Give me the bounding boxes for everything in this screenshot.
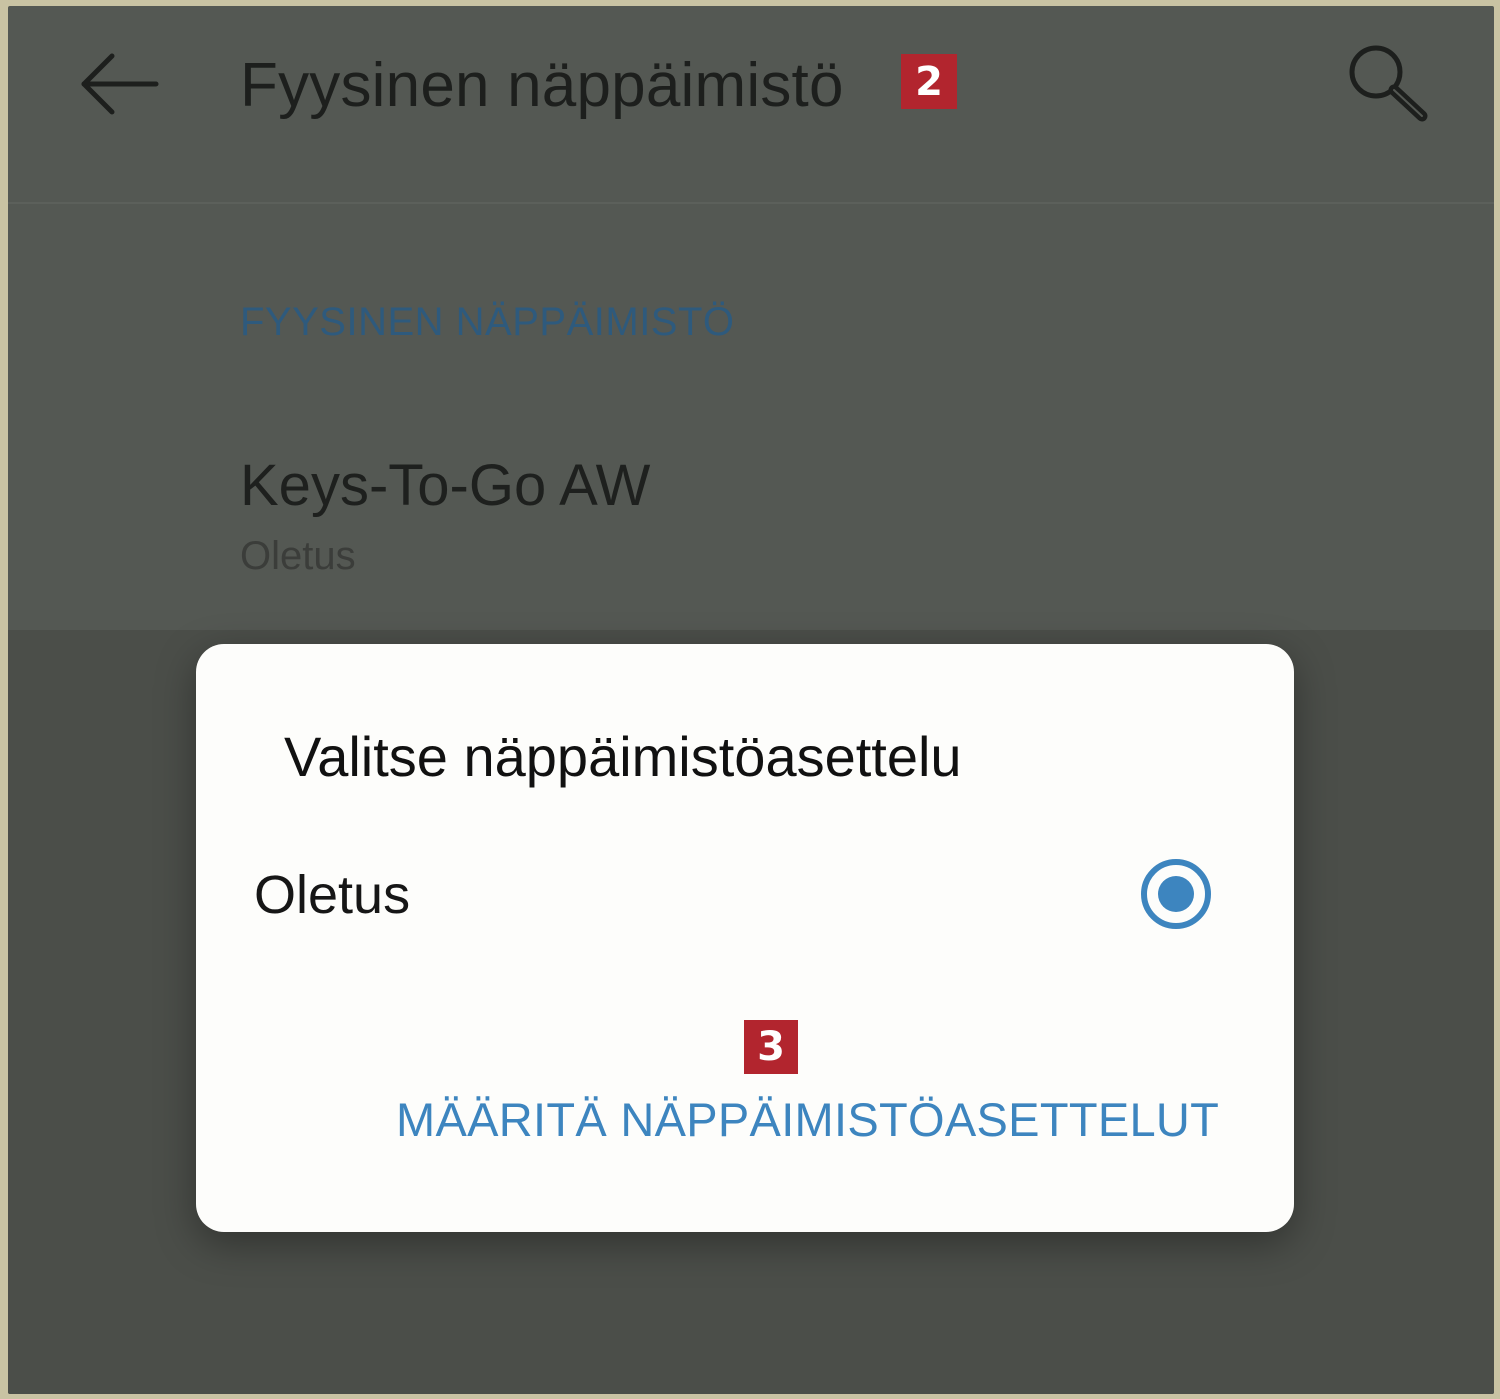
keyboard-list-item[interactable]: Keys-To-Go AW Oletus (8, 426, 1494, 606)
keyboard-name: Keys-To-Go AW (240, 453, 651, 518)
step-badge-3: 3 (744, 1020, 798, 1074)
section-header: FYYSINEN NÄPPÄIMISTÖ (240, 300, 735, 344)
configure-layouts-button[interactable]: MÄÄRITÄ NÄPPÄIMISTÖASETTELUT (396, 1092, 1219, 1147)
layout-dialog: Valitse näppäimistöasettelu Oletus 3 MÄÄ… (196, 644, 1294, 1232)
app-bar: Fyysinen näppäimistö 2 (8, 6, 1494, 204)
page-title: Fyysinen näppäimistö (240, 51, 844, 120)
search-button[interactable] (1338, 36, 1438, 132)
back-button[interactable] (70, 40, 170, 130)
layout-option-default[interactable]: Oletus (196, 840, 1294, 950)
dialog-title: Valitse näppäimistöasettelu (284, 725, 962, 788)
arrow-left-icon (81, 53, 159, 115)
step-badge-2: 2 (901, 54, 957, 109)
radio-selected-icon[interactable] (1140, 858, 1212, 930)
search-icon (1349, 45, 1428, 122)
keyboard-layout-summary: Oletus (240, 534, 356, 578)
option-label: Oletus (254, 865, 411, 925)
